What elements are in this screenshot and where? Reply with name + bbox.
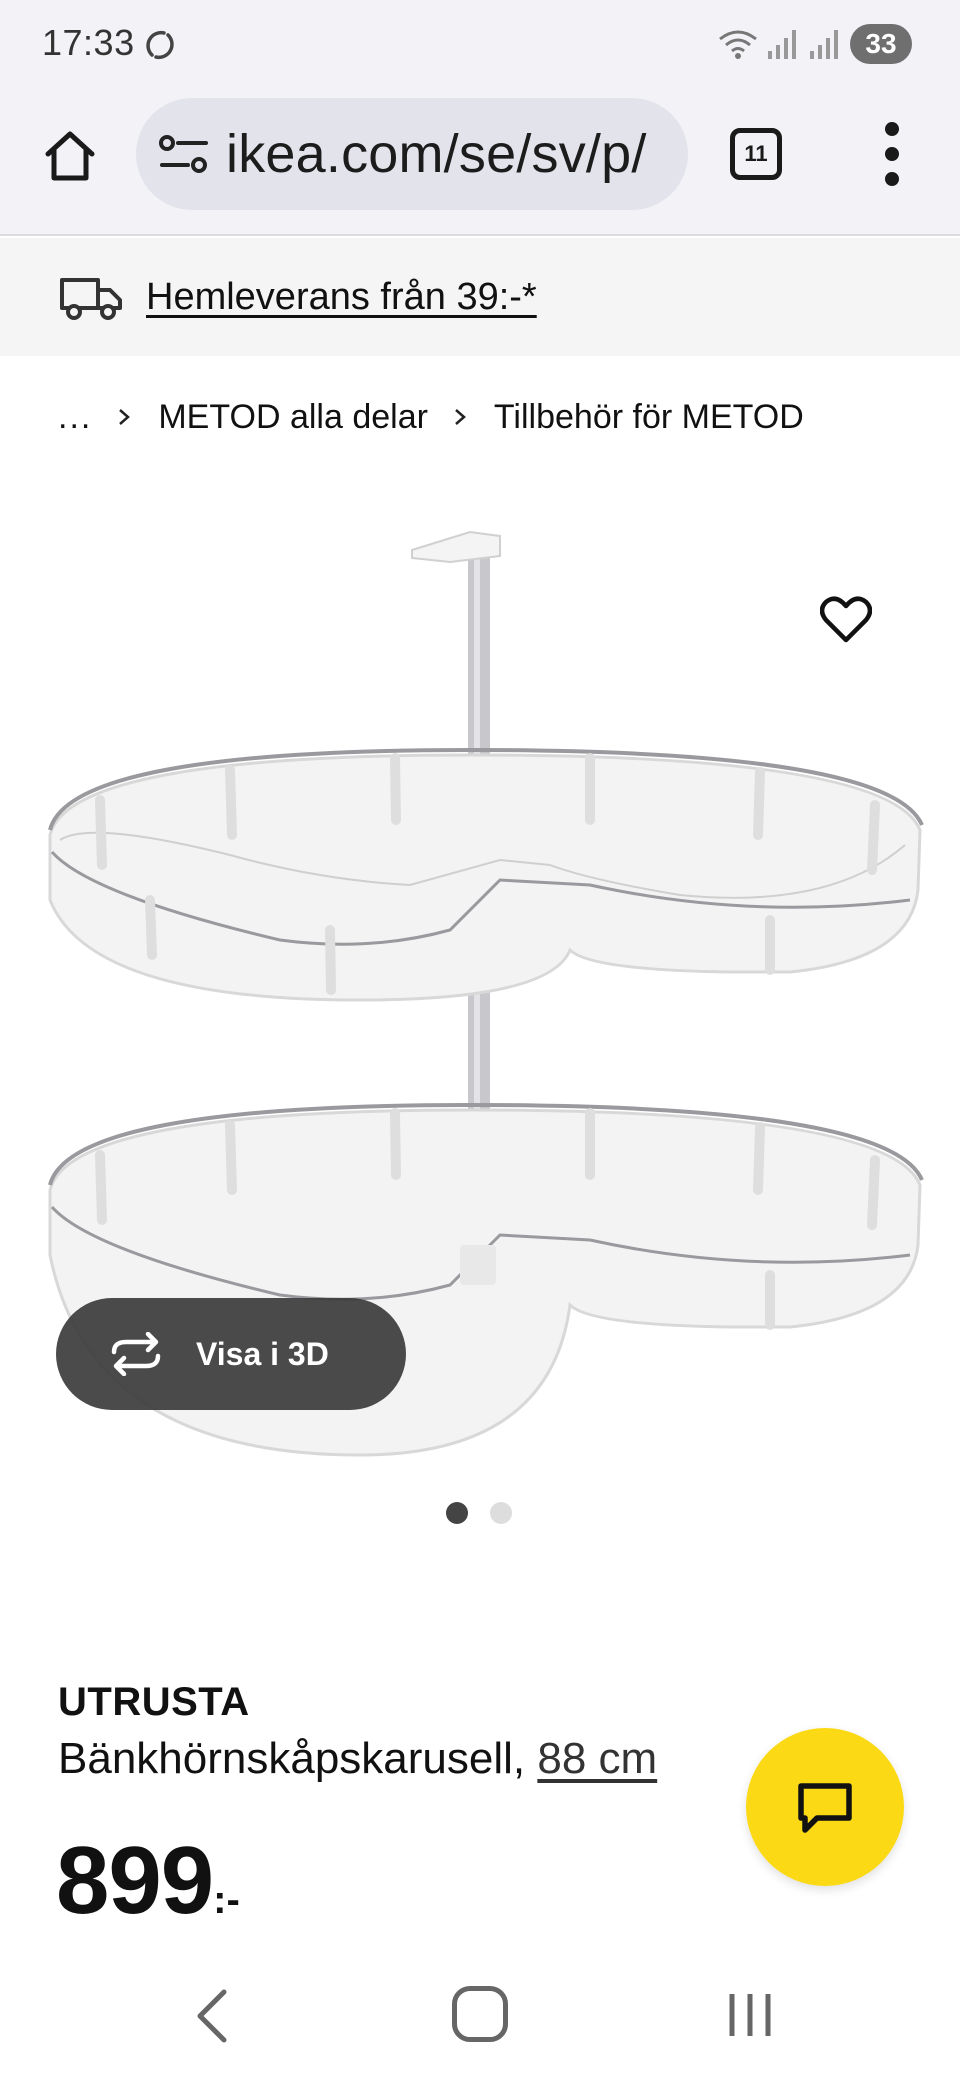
rotate-3d-icon <box>111 1332 161 1376</box>
site-settings-icon[interactable] <box>158 134 210 174</box>
wifi-icon <box>719 30 757 59</box>
pagination-dot-active[interactable] <box>446 1502 468 1524</box>
sync-icon <box>146 30 174 60</box>
home-button[interactable] <box>38 124 102 188</box>
breadcrumb-item-metod-alla-delar[interactable]: METOD alla delar <box>158 398 428 437</box>
battery-indicator: 33 <box>850 24 912 64</box>
chat-icon <box>798 1783 852 1833</box>
url-bar[interactable]: ikea.com/se/sv/p/ <box>136 98 688 210</box>
back-icon[interactable] <box>190 1988 234 2044</box>
recents-icon[interactable] <box>726 1990 774 2040</box>
signal-icon <box>768 30 796 59</box>
favorite-button[interactable] <box>816 590 876 650</box>
truck-icon <box>60 278 122 320</box>
chevron-right-icon <box>119 409 131 425</box>
product-price: 899 :- <box>56 1826 240 1936</box>
browser-toolbar: ikea.com/se/sv/p/ 11 <box>0 92 960 236</box>
view-3d-button[interactable]: Visa i 3D <box>56 1298 406 1410</box>
signal-icon <box>810 30 838 59</box>
chat-button[interactable] <box>746 1728 904 1886</box>
status-time: 17:33 <box>42 22 135 63</box>
delivery-link[interactable]: Hemleverans från 39:-* <box>146 276 537 319</box>
price-suffix: :- <box>213 1878 240 1922</box>
tab-switcher-button[interactable]: 11 <box>730 128 782 180</box>
pagination-dot[interactable] <box>490 1502 512 1524</box>
home-icon <box>45 131 95 181</box>
nav-home-button[interactable] <box>452 1986 508 2042</box>
price-integer: 899 <box>56 1827 214 1934</box>
menu-dots-icon[interactable] <box>874 122 910 186</box>
image-pagination <box>446 1502 512 1524</box>
breadcrumb-item-tillbehor[interactable]: Tillbehör för METOD <box>494 398 804 437</box>
status-icons: 33 <box>718 22 912 66</box>
product-size-link[interactable]: 88 cm <box>537 1734 657 1783</box>
breadcrumb-ellipsis[interactable]: ... <box>58 398 92 437</box>
url-text: ikea.com/se/sv/p/ <box>226 124 647 184</box>
product-name: UTRUSTA <box>58 1680 250 1724</box>
product-type: Bänkhörnskåpskarusell, <box>58 1734 538 1783</box>
system-navigation-bar <box>0 1940 960 2080</box>
product-description: Bänkhörnskåpskarusell, 88 cm <box>58 1734 657 1784</box>
status-bar: 17:33 33 <box>0 0 960 92</box>
heart-icon <box>820 596 872 643</box>
chevron-right-icon <box>455 409 466 425</box>
delivery-banner: Hemleverans från 39:-* <box>0 238 960 356</box>
breadcrumb: ... METOD alla delar Tillbehör för METOD <box>58 392 804 442</box>
view-3d-label: Visa i 3D <box>196 1335 329 1372</box>
